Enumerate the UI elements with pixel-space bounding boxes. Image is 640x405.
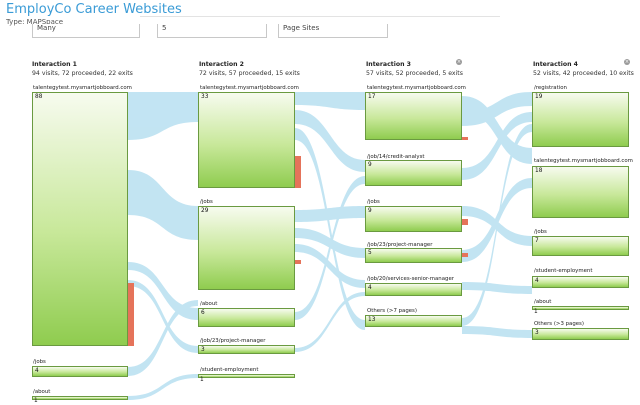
node-count: 9 bbox=[368, 208, 372, 214]
exit-bar bbox=[462, 137, 468, 140]
flow-ribbon bbox=[128, 374, 198, 400]
node-label: /jobs bbox=[200, 199, 213, 205]
node-count: 1 bbox=[534, 309, 538, 315]
column-stats: 94 visits, 72 proceeded, 22 exits bbox=[32, 70, 133, 77]
page-node[interactable]: 3 bbox=[198, 345, 295, 354]
exit-bar bbox=[462, 253, 468, 257]
node-count: 17 bbox=[368, 94, 376, 100]
page-node[interactable]: 7 bbox=[532, 236, 629, 256]
node-label: /jobs bbox=[534, 229, 547, 235]
node-label: Others (>7 pages) bbox=[367, 308, 417, 314]
node-count: 33 bbox=[201, 94, 209, 100]
node-count: 29 bbox=[201, 208, 209, 214]
node-count: 13 bbox=[368, 317, 376, 323]
page-node[interactable]: 5 bbox=[365, 248, 462, 263]
column-title: Interaction 1 bbox=[32, 61, 77, 68]
node-label: /about bbox=[33, 389, 51, 395]
page-node[interactable] bbox=[198, 374, 295, 378]
node-label: /job/20/services-senior-manager bbox=[367, 276, 454, 282]
node-label: /jobs bbox=[33, 359, 46, 365]
flow-ribbon bbox=[462, 326, 532, 338]
node-count: 4 bbox=[368, 285, 372, 291]
close-column-3-icon[interactable]: × bbox=[456, 59, 462, 65]
exit-bar bbox=[128, 283, 134, 346]
node-count: 3 bbox=[201, 347, 205, 353]
page-node[interactable]: 19 bbox=[532, 92, 629, 147]
node-count: 7 bbox=[535, 238, 539, 244]
column-title: Interaction 4 bbox=[533, 61, 578, 68]
node-label: /jobs bbox=[367, 199, 380, 205]
node-label: /job/23/project-manager bbox=[200, 338, 266, 344]
node-count: 18 bbox=[535, 168, 543, 174]
node-count: 3 bbox=[535, 330, 539, 336]
column-title: Interaction 2 bbox=[199, 61, 244, 68]
page-node[interactable]: 6 bbox=[198, 308, 295, 327]
close-column-4-icon[interactable]: × bbox=[624, 59, 630, 65]
page-node[interactable]: 29 bbox=[198, 206, 295, 290]
flow-ribbon bbox=[128, 170, 198, 240]
page-node[interactable]: 9 bbox=[365, 160, 462, 186]
flow-ribbon bbox=[462, 282, 532, 294]
node-label: talentegytest.mysmartjobboard.com bbox=[534, 158, 633, 164]
node-count: 6 bbox=[201, 310, 205, 316]
page-node[interactable]: 4 bbox=[365, 283, 462, 296]
flow-ribbon bbox=[295, 92, 365, 110]
node-count: 9 bbox=[368, 162, 372, 168]
page-node[interactable] bbox=[32, 396, 128, 400]
column-header-2: Interaction 2 72 visits, 57 proceeded, 1… bbox=[199, 60, 300, 78]
page-node[interactable]: 88 bbox=[32, 92, 128, 346]
node-count: 1 bbox=[200, 377, 204, 383]
exit-bar bbox=[295, 260, 301, 264]
node-label: /student-employment bbox=[200, 367, 259, 373]
column-stats: 57 visits, 52 proceeded, 5 exits bbox=[366, 70, 463, 77]
node-label: talentegytest.mysmartjobboard.com bbox=[367, 85, 466, 91]
node-count: 5 bbox=[368, 250, 372, 256]
page-node[interactable]: 13 bbox=[365, 315, 462, 327]
exit-bar bbox=[295, 156, 301, 188]
node-label: /student-employment bbox=[534, 268, 593, 274]
page-node[interactable]: 4 bbox=[32, 366, 128, 377]
node-label: /about bbox=[534, 299, 552, 305]
flow-ribbon bbox=[462, 178, 532, 262]
column-header-4: Interaction 4 52 visits, 42 proceeded, 1… bbox=[533, 60, 634, 78]
page-node[interactable]: 9 bbox=[365, 206, 462, 232]
flow-ribbon bbox=[128, 92, 198, 140]
node-count: 4 bbox=[35, 368, 39, 374]
column-header-1: Interaction 1 94 visits, 72 proceeded, 2… bbox=[32, 60, 133, 78]
page-node[interactable]: 18 bbox=[532, 166, 629, 218]
node-label: talentegytest.mysmartjobboard.com bbox=[33, 85, 132, 91]
page-node[interactable] bbox=[532, 306, 629, 310]
column-title: Interaction 3 bbox=[366, 61, 411, 68]
column-header-3: Interaction 3 57 visits, 52 proceeded, 5… bbox=[366, 60, 463, 78]
column-stats: 72 visits, 57 proceeded, 15 exits bbox=[199, 70, 300, 77]
column-stats: 52 visits, 42 proceeded, 10 exits bbox=[533, 70, 634, 77]
page-node[interactable]: 17 bbox=[365, 92, 462, 140]
node-label: /registration bbox=[534, 85, 567, 91]
page-node[interactable]: 4 bbox=[532, 276, 629, 288]
node-label: Others (>3 pages) bbox=[534, 321, 584, 327]
node-count: 4 bbox=[535, 278, 539, 284]
page-node[interactable]: 3 bbox=[532, 328, 629, 340]
node-label: /about bbox=[200, 301, 218, 307]
exit-bar bbox=[462, 219, 468, 225]
page-node[interactable]: 33 bbox=[198, 92, 295, 188]
node-label: talentegytest.mysmartjobboard.com bbox=[200, 85, 299, 91]
flow-ribbon bbox=[128, 262, 198, 320]
node-count: 19 bbox=[535, 94, 543, 100]
node-count: 88 bbox=[35, 94, 43, 100]
flow-ribbon bbox=[295, 206, 365, 222]
node-count: 1 bbox=[34, 398, 38, 404]
